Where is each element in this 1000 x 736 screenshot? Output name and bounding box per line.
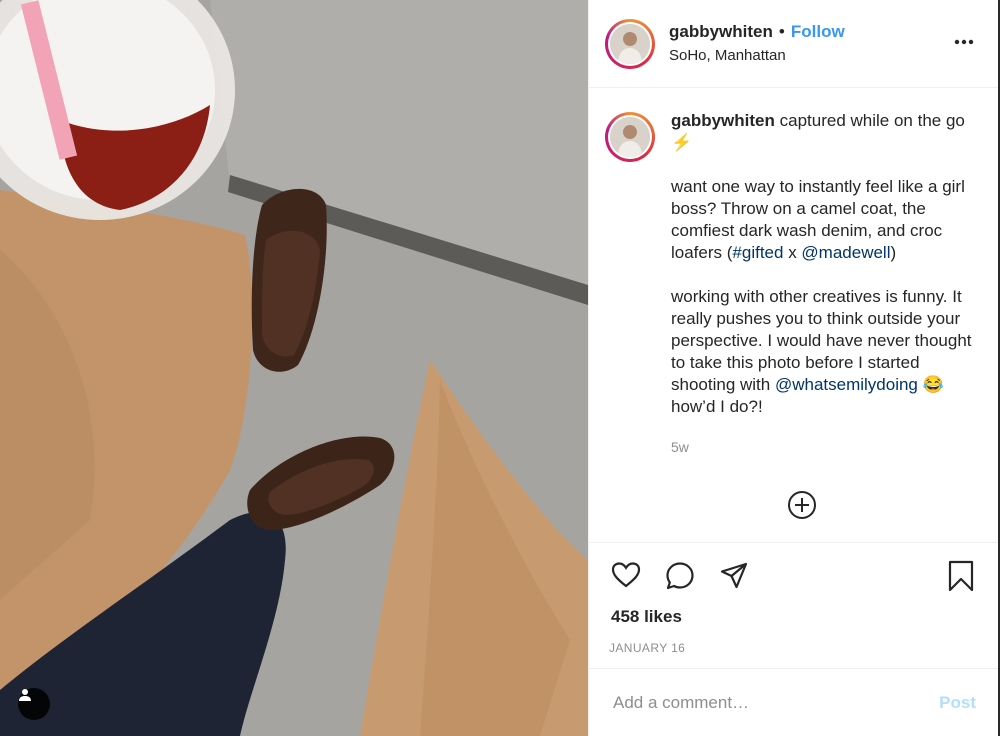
caption-paragraph-1: want one way to instantly feel like a gi… [671, 176, 981, 264]
avatar-frame [608, 115, 652, 159]
author-avatar[interactable] [605, 18, 655, 69]
para2-end: how’d I do?! [671, 397, 763, 416]
post-comment-button[interactable]: Post [939, 693, 976, 713]
location-link[interactable]: SoHo, Manhattan [669, 46, 845, 66]
avatar-illustration [610, 117, 650, 157]
para1-between: x [783, 243, 802, 262]
share-icon [720, 562, 748, 589]
plus-circle-icon [788, 491, 816, 519]
comment-bar: Post [589, 668, 998, 736]
caption-username[interactable]: gabbywhiten [671, 111, 775, 130]
avatar-illustration [610, 23, 650, 64]
share-button[interactable] [719, 561, 749, 596]
caption-body: gabbywhiten captured while on the go ⚡ w… [671, 110, 981, 458]
avatar-frame [608, 21, 652, 66]
hashtag-link[interactable]: #gifted [732, 243, 783, 262]
photo-illustration [0, 0, 588, 736]
bookmark-icon [948, 560, 974, 592]
caption-intro-text: captured while on the go [774, 111, 965, 130]
header-user-line: gabbywhiten • Follow [669, 21, 845, 43]
follow-button[interactable]: Follow [791, 22, 845, 41]
like-button[interactable] [611, 561, 641, 594]
action-bar: 458 likes JANUARY 16 [589, 542, 998, 668]
post-photo[interactable] [0, 0, 588, 736]
more-horizontal-icon [954, 39, 974, 45]
post-header: gabbywhiten • Follow SoHo, Manhattan [589, 0, 998, 88]
tagged-users-button[interactable] [18, 688, 50, 720]
avatar-image [610, 117, 650, 157]
lightning-emoji: ⚡ [671, 133, 693, 152]
caption-avatar[interactable] [605, 112, 655, 162]
save-button[interactable] [947, 560, 975, 597]
separator-dot: • [778, 22, 785, 42]
likes-count[interactable]: 458 likes [611, 607, 682, 627]
heart-icon [611, 562, 641, 588]
author-username[interactable]: gabbywhiten [669, 22, 773, 41]
caption-paragraph-2: working with other creatives is funny. I… [671, 286, 981, 418]
more-options-button[interactable] [954, 32, 974, 50]
post-date: JANUARY 16 [609, 641, 686, 655]
avatar-image [610, 23, 650, 64]
post-side-panel: gabbywhiten • Follow SoHo, Manhattan gab… [588, 0, 1000, 736]
load-more-comments-button[interactable] [787, 490, 817, 520]
comment-icon [666, 562, 694, 590]
mention-link-madewell[interactable]: @madewell [801, 243, 890, 262]
comment-button[interactable] [665, 561, 695, 596]
comment-input[interactable] [611, 691, 940, 714]
caption: gabbywhiten captured while on the go ⚡ w… [589, 88, 998, 458]
para1-end: ) [890, 243, 897, 262]
caption-intro: gabbywhiten captured while on the go ⚡ [671, 110, 981, 154]
mention-link-whatsemilydoing[interactable]: @whatsemilydoing [775, 375, 918, 394]
laughing-emoji: 😂 [922, 375, 944, 394]
instagram-post: gabbywhiten • Follow SoHo, Manhattan gab… [0, 0, 1000, 736]
caption-area: gabbywhiten captured while on the go ⚡ w… [589, 88, 998, 542]
post-age[interactable]: 5w [671, 436, 981, 458]
user-icon [19, 689, 31, 701]
header-text: gabbywhiten • Follow SoHo, Manhattan [669, 21, 845, 66]
